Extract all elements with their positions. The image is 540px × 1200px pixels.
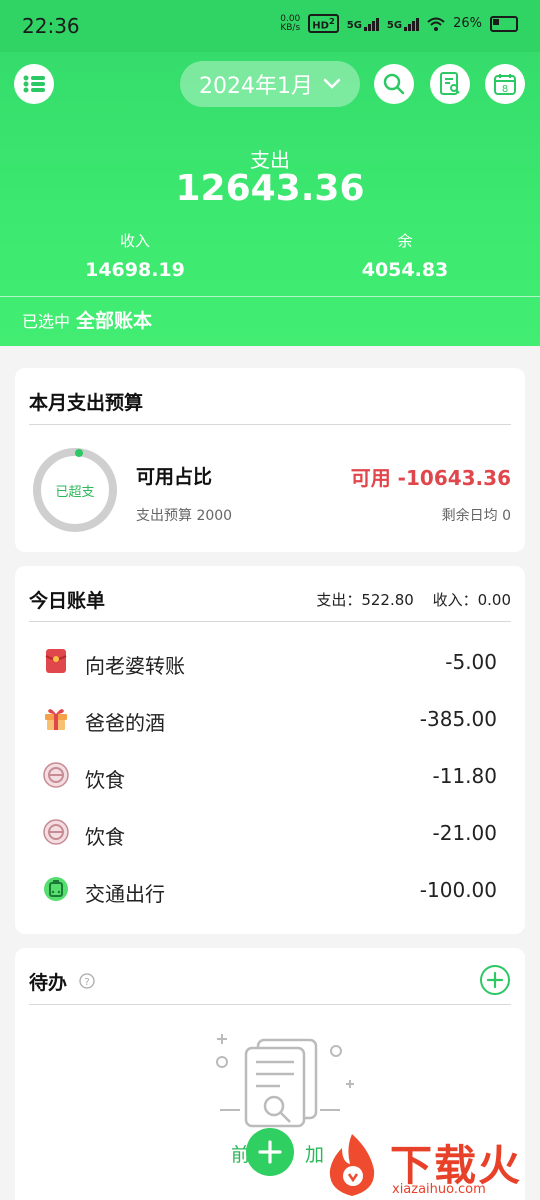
list-item[interactable]: 饮食 -21.00 <box>15 809 525 859</box>
available-amount: 可用 -10643.36 <box>350 466 511 490</box>
item-amount: -385.00 <box>419 707 497 731</box>
hd-badge: HD2 <box>308 14 339 34</box>
bill-search-button[interactable] <box>430 64 470 104</box>
list-item[interactable]: 向老婆转账 -5.00 <box>15 638 525 688</box>
red-envelope-icon <box>45 649 67 673</box>
income-value: 14698.19 <box>85 259 185 281</box>
item-amount: -100.00 <box>419 878 497 902</box>
budget-title: 本月支出预算 <box>29 392 144 414</box>
list-item[interactable]: 爸爸的酒 -385.00 <box>15 695 525 745</box>
search-icon <box>383 73 405 95</box>
battery-text: 26% <box>453 16 482 32</box>
balance-summary: 余 4054.83 <box>305 230 505 281</box>
add-record-button[interactable] <box>246 1128 294 1176</box>
chevron-down-icon <box>323 78 341 89</box>
item-amount: -5.00 <box>445 650 497 674</box>
ring-indicator <box>75 449 83 457</box>
expense-total: 12643.36 <box>175 168 365 209</box>
today-divider <box>29 621 511 622</box>
today-card: 今日账单 支出：522.80 收入：0.00 向老婆转账 -5.00 爸爸的酒 … <box>15 566 525 934</box>
list-icon <box>23 75 45 93</box>
list-item[interactable]: 交通出行 -100.00 <box>15 866 525 916</box>
item-name: 饮食 <box>85 768 125 792</box>
balance-value: 4054.83 <box>361 259 449 281</box>
daily-remaining: 剩余日均 0 <box>441 508 511 524</box>
status-time: 22:36 <box>22 14 80 38</box>
bill-search-icon <box>440 72 460 95</box>
selected-book-name: 全部账本 <box>76 310 153 332</box>
item-name: 交通出行 <box>85 882 165 906</box>
budget-divider <box>29 424 511 425</box>
flame-logo-icon <box>329 1134 375 1196</box>
income-label: 收入 <box>119 232 150 250</box>
ratio-label: 可用占比 <box>136 466 213 488</box>
todo-divider <box>29 1004 511 1005</box>
net-speed: 0.00 KB/s <box>280 13 301 33</box>
wifi-icon <box>427 17 445 31</box>
help-icon[interactable]: ? <box>79 973 95 989</box>
item-name: 向老婆转账 <box>85 654 185 678</box>
transport-icon <box>44 877 68 901</box>
item-amount: -11.80 <box>432 764 497 788</box>
calendar-button[interactable]: 8 <box>485 64 525 104</box>
budget-card[interactable]: 本月支出预算 已超支 可用占比 支出预算 2000 可用 -10643.36 剩… <box>15 368 525 552</box>
todo-title: 待办 <box>29 972 68 994</box>
gift-icon <box>45 709 67 730</box>
item-amount: -21.00 <box>432 821 497 845</box>
item-name: 饮食 <box>85 825 125 849</box>
item-name: 爸爸的酒 <box>85 711 165 735</box>
today-totals: 支出：522.80 收入：0.00 <box>316 589 511 610</box>
budget-amount: 支出预算 2000 <box>136 508 233 524</box>
food-bowl-icon <box>43 819 69 845</box>
menu-button[interactable] <box>14 64 54 104</box>
selected-book[interactable]: 已选中 全部账本 <box>22 306 152 333</box>
watermark-site: xiazaihuo.com <box>392 1182 486 1197</box>
income-summary: 收入 14698.19 <box>35 230 235 281</box>
list-item[interactable]: 饮食 -11.80 <box>15 752 525 802</box>
balance-label: 余 <box>397 232 413 250</box>
svg-text:?: ? <box>84 977 89 988</box>
signal-1: 5G <box>347 17 379 31</box>
month-label: 2024年1月 <box>199 74 313 99</box>
budget-ring: 已超支 <box>33 448 117 532</box>
selected-prefix: 已选中 <box>22 312 71 331</box>
status-bar: 22:36 0.00 KB/s HD2 5G 5G 26% <box>0 0 540 52</box>
empty-document-icon <box>216 1034 354 1128</box>
plus-icon <box>258 1140 282 1164</box>
ring-label: 已超支 <box>55 484 95 500</box>
food-bowl-icon <box>43 762 69 788</box>
signal-2: 5G <box>387 17 420 31</box>
search-button[interactable] <box>374 64 414 104</box>
today-income: 收入：0.00 <box>432 591 511 609</box>
summary-divider <box>0 296 540 297</box>
svg-text:8: 8 <box>502 84 508 95</box>
battery-icon <box>490 15 518 32</box>
top-bar: 2024年1月 8 <box>0 58 540 114</box>
watermark: 下载火 xiazaihuo.com <box>318 1128 540 1200</box>
calendar-icon: 8 <box>494 74 516 95</box>
today-expense: 支出：522.80 <box>316 591 414 609</box>
today-title: 今日账单 <box>29 590 106 612</box>
month-selector[interactable]: 2024年1月 <box>180 61 360 107</box>
add-todo-button[interactable] <box>479 964 511 996</box>
